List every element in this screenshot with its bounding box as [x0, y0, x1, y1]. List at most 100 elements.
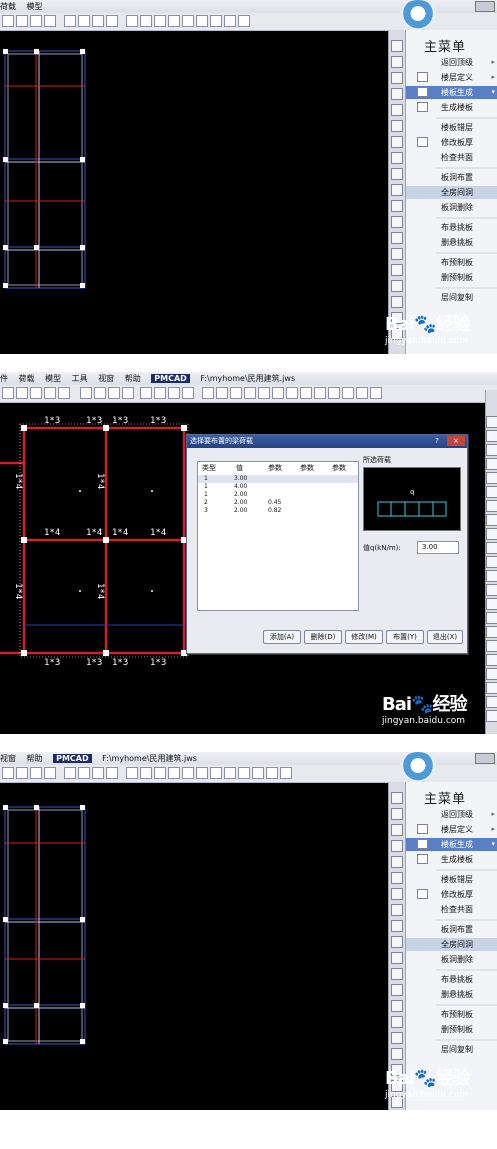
drawing-canvas[interactable]: [0, 783, 384, 1110]
grid-icon[interactable]: [391, 840, 403, 852]
exit-button[interactable]: 退出(X): [427, 630, 463, 644]
menu-item-cantilever-place[interactable]: 布悬挑板: [406, 221, 497, 234]
zoom-icon[interactable]: [391, 808, 403, 820]
menu-item-hole-delete[interactable]: 板洞删除: [406, 953, 497, 966]
toolbar-icon[interactable]: [30, 767, 42, 779]
toolbar-icon[interactable]: [2, 387, 14, 399]
tool-icon[interactable]: [391, 104, 403, 116]
toolbar-icon[interactable]: [168, 15, 180, 27]
menu-item-cantilever-delete[interactable]: 删悬挑板: [406, 236, 497, 249]
grid-icon[interactable]: [391, 88, 403, 100]
tool-icon[interactable]: [486, 696, 497, 708]
window-controls[interactable]: [475, 1, 495, 12]
toolbar-icon[interactable]: [30, 387, 42, 399]
toolbar-icon[interactable]: [154, 767, 166, 779]
delete-button[interactable]: 删除(D): [304, 630, 342, 644]
menu-tools[interactable]: 工具: [72, 374, 88, 383]
toolbar-icon[interactable]: [314, 387, 326, 399]
menu-item-floor-copy[interactable]: 层间复制: [406, 291, 497, 304]
tool-icon[interactable]: [486, 472, 497, 484]
toolbar-icon[interactable]: [58, 387, 70, 399]
menu-item-modify-thickness[interactable]: 修改板厚: [406, 136, 497, 149]
tool-icon[interactable]: [391, 984, 403, 996]
tool-icon[interactable]: [486, 514, 497, 526]
toolbar-icon[interactable]: [64, 15, 76, 27]
tool-icon[interactable]: [391, 904, 403, 916]
toolbar-icon[interactable]: [342, 387, 354, 399]
toolbar-icon[interactable]: [272, 387, 284, 399]
toolbar-icon[interactable]: [224, 767, 236, 779]
tool-icon[interactable]: [391, 296, 403, 308]
toolbar-icon[interactable]: [238, 15, 250, 27]
menu-item-precast-place[interactable]: 布预制板: [406, 256, 497, 269]
toolbar-icon[interactable]: [2, 15, 14, 27]
tool-icon[interactable]: [486, 682, 497, 694]
menu-load[interactable]: 荷载: [19, 374, 35, 383]
tool-icon[interactable]: [391, 968, 403, 980]
menu-help[interactable]: 帮助: [27, 754, 43, 763]
tool-icon[interactable]: [391, 264, 403, 276]
menu-item-slab-offset[interactable]: 楼板错层: [406, 121, 497, 134]
table-row[interactable]: 1 3.00: [198, 475, 358, 483]
tool-icon[interactable]: [391, 280, 403, 292]
toolbar-icon[interactable]: [80, 387, 92, 399]
toolbar-icon[interactable]: [154, 387, 166, 399]
tool-icon[interactable]: [391, 888, 403, 900]
toolbar-icon[interactable]: [78, 15, 90, 27]
table-row[interactable]: 1 4.00: [198, 483, 358, 491]
menu-item-generate-slab[interactable]: 生成楼板: [406, 853, 497, 866]
tool-icon[interactable]: [486, 416, 497, 428]
zoom-icon[interactable]: [391, 56, 403, 68]
toolbar-icon[interactable]: [238, 767, 250, 779]
tool-icon[interactable]: [391, 856, 403, 868]
tool-icon[interactable]: [486, 584, 497, 596]
tool-icon[interactable]: [391, 872, 403, 884]
value-field[interactable]: 3.00: [417, 541, 459, 554]
menu-item-modify-thickness[interactable]: 修改板厚: [406, 888, 497, 901]
tool-icon[interactable]: [486, 640, 497, 652]
toolbar-icon[interactable]: [122, 387, 134, 399]
menu-item-slab-offset[interactable]: 楼板错层: [406, 873, 497, 886]
toolbar-icon[interactable]: [106, 767, 118, 779]
toolbar-icon[interactable]: [92, 767, 104, 779]
toolbar-icon[interactable]: [182, 387, 194, 399]
menu-item-precast-place[interactable]: 布预制板: [406, 1008, 497, 1021]
toolbar-icon[interactable]: [2, 767, 14, 779]
menu-item-slab-generate[interactable]: 楼板生成 ▾: [406, 838, 497, 851]
tool-icon[interactable]: [486, 668, 497, 680]
toolbar-icon[interactable]: [300, 387, 312, 399]
toolbar-icon[interactable]: [252, 767, 264, 779]
place-button[interactable]: 布置(Y): [386, 630, 424, 644]
toolbar-icon[interactable]: [44, 387, 56, 399]
menu-item-floor-define[interactable]: 楼层定义 ▸: [406, 71, 497, 84]
drawing-canvas[interactable]: [0, 31, 384, 354]
tool-icon[interactable]: [486, 444, 497, 456]
tool-icon[interactable]: [391, 920, 403, 932]
help-button[interactable]: ?: [429, 436, 445, 446]
menu-item-check-coplanar[interactable]: 检查共面: [406, 903, 497, 916]
tool-icon[interactable]: [486, 542, 497, 554]
menu-item-hole-place[interactable]: 板洞布置: [406, 923, 497, 936]
menu-item-floor-copy[interactable]: 层间复制: [406, 1043, 497, 1056]
tool-icon[interactable]: [486, 654, 497, 666]
toolbar-icon[interactable]: [216, 387, 228, 399]
tool-icon[interactable]: [391, 936, 403, 948]
menu-item-hole-place[interactable]: 板洞布置: [406, 171, 497, 184]
tool-icon[interactable]: [486, 486, 497, 498]
toolbar-icon[interactable]: [44, 15, 56, 27]
toolbar-icon[interactable]: [44, 767, 56, 779]
menu-help[interactable]: 帮助: [125, 374, 141, 383]
toolbar-icon[interactable]: [196, 767, 208, 779]
toolbar-icon[interactable]: [140, 387, 152, 399]
toolbar-icon[interactable]: [210, 15, 222, 27]
toolbar-icon[interactable]: [106, 15, 118, 27]
toolbar-icon[interactable]: [356, 387, 368, 399]
menu-item-full-room-hole[interactable]: 全房间洞: [406, 938, 497, 951]
tool-icon[interactable]: [391, 1032, 403, 1044]
line-icon[interactable]: [391, 824, 403, 836]
tool-icon[interactable]: [486, 570, 497, 582]
tool-icon[interactable]: [391, 120, 403, 132]
toolbar-icon[interactable]: [126, 15, 138, 27]
toolbar-icon[interactable]: [16, 15, 28, 27]
toolbar-icon[interactable]: [78, 767, 90, 779]
